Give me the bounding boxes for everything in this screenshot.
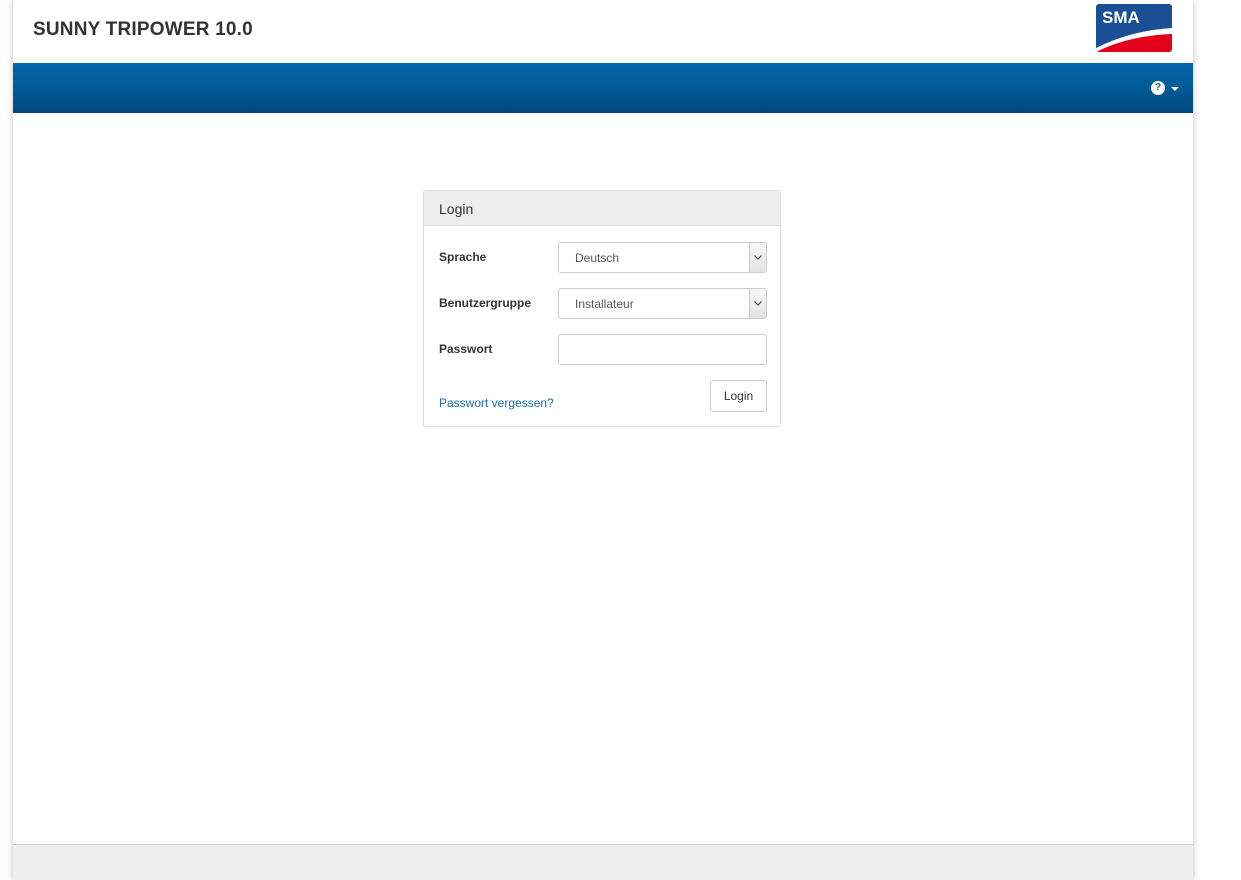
forgot-password-link[interactable]: Passwort vergessen? bbox=[439, 396, 554, 410]
help-menu-button[interactable]: ? bbox=[1151, 80, 1179, 96]
user-group-label: Benutzergruppe bbox=[439, 296, 532, 310]
dropdown-arrow-icon[interactable] bbox=[749, 289, 766, 318]
page-container: SUNNY TRIPOWER 10.0 SMA ? Login Sprache bbox=[13, 0, 1193, 880]
password-row: Passwort bbox=[439, 334, 767, 365]
login-panel: Login Sprache Deutsch Benutzergruppe Ins… bbox=[423, 190, 781, 427]
user-group-select[interactable]: Installateur bbox=[558, 288, 767, 319]
language-row: Sprache Deutsch bbox=[439, 242, 767, 273]
password-input[interactable] bbox=[558, 334, 767, 365]
language-select-value: Deutsch bbox=[575, 251, 620, 265]
app-title: SUNNY TRIPOWER 10.0 bbox=[33, 19, 253, 40]
question-circle-icon: ? bbox=[1151, 81, 1165, 95]
footer bbox=[13, 844, 1193, 880]
user-group-select-value: Installateur bbox=[575, 297, 634, 311]
login-button[interactable]: Login bbox=[710, 380, 767, 412]
login-panel-heading: Login bbox=[424, 191, 780, 226]
language-label: Sprache bbox=[439, 250, 487, 264]
password-label: Passwort bbox=[439, 342, 493, 356]
top-navbar: ? bbox=[13, 63, 1193, 113]
caret-down-icon bbox=[1171, 87, 1179, 91]
svg-text:SMA: SMA bbox=[1102, 8, 1140, 27]
dropdown-arrow-icon[interactable] bbox=[749, 243, 766, 272]
language-select[interactable]: Deutsch bbox=[558, 242, 767, 273]
sma-logo: SMA bbox=[1096, 4, 1172, 52]
user-group-row: Benutzergruppe Installateur bbox=[439, 288, 767, 319]
header: SUNNY TRIPOWER 10.0 SMA bbox=[13, 0, 1193, 63]
